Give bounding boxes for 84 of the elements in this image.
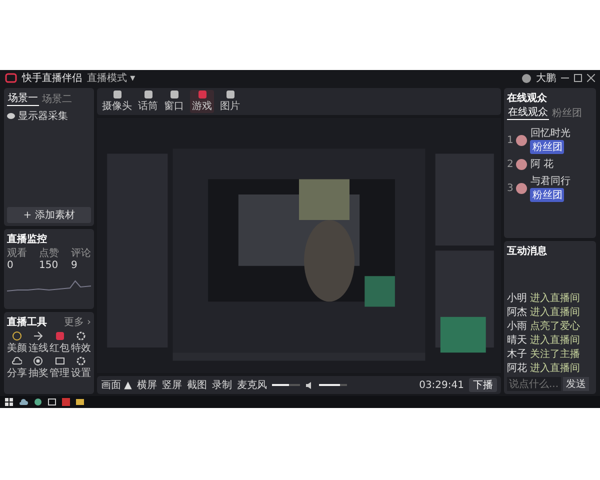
logo-icon bbox=[5, 73, 17, 83]
tool-button[interactable]: 美颜 bbox=[7, 331, 28, 355]
stat-value: 150 bbox=[39, 260, 59, 271]
panel-title: 直播工具 bbox=[7, 316, 47, 329]
tool-button[interactable]: 特效 bbox=[70, 331, 91, 355]
tool-button[interactable]: 抽奖 bbox=[28, 356, 48, 380]
tool-button[interactable]: 分享 bbox=[7, 356, 28, 380]
chat-message: 阿杰 进入直播间 bbox=[507, 306, 582, 319]
chat-message: 小明 进入直播间 bbox=[507, 292, 582, 305]
chat-message: 阿花 进入直播间 bbox=[507, 362, 582, 375]
viewer-tab[interactable]: 粉丝团 bbox=[551, 105, 583, 120]
user-name[interactable]: 大鹏 bbox=[536, 71, 556, 85]
source-icon bbox=[112, 90, 122, 99]
viewer-name[interactable]: 回忆时光 bbox=[530, 126, 570, 140]
eye-icon[interactable] bbox=[7, 113, 15, 119]
folder-icon[interactable] bbox=[76, 398, 84, 406]
source-icon bbox=[144, 90, 152, 99]
chat-message: 小雨 点亮了爱心 bbox=[507, 320, 582, 333]
control-button[interactable]: 录制 bbox=[212, 378, 232, 392]
toolbar-button[interactable]: 窗口 bbox=[164, 90, 184, 113]
stat-value: 9 bbox=[71, 260, 78, 271]
chat-input[interactable]: 说点什么... bbox=[507, 377, 561, 391]
speaker-icon bbox=[304, 380, 314, 390]
cloud-icon[interactable] bbox=[19, 398, 28, 406]
gear-icon bbox=[76, 331, 86, 341]
viewer-name[interactable]: 阿 花 bbox=[530, 157, 554, 171]
more-link[interactable]: 更多 › bbox=[64, 315, 91, 329]
tool-button[interactable]: 红包 bbox=[50, 331, 70, 355]
avatar-icon bbox=[516, 158, 528, 170]
source-item[interactable]: 显示器采集 bbox=[18, 109, 68, 123]
rank-number: 1 bbox=[507, 134, 514, 146]
mic-label: 麦克风 bbox=[236, 378, 267, 392]
stat-label: 点赞 bbox=[39, 246, 59, 260]
stat-value: 0 bbox=[7, 260, 14, 271]
toolbar-button[interactable]: 游戏 bbox=[190, 90, 214, 113]
toolbar-button[interactable]: 摄像头 bbox=[102, 90, 132, 113]
screen-icon bbox=[54, 356, 65, 366]
maximize-icon[interactable] bbox=[574, 74, 582, 82]
control-button[interactable]: 竖屏 bbox=[162, 378, 182, 392]
rank-number: 2 bbox=[507, 158, 514, 170]
gift-icon bbox=[54, 331, 65, 341]
avatar-icon bbox=[516, 182, 528, 194]
target-icon bbox=[33, 356, 44, 366]
scene-dropdown[interactable]: 画面 ▲ bbox=[101, 378, 132, 392]
tool-button[interactable]: 连线 bbox=[28, 331, 48, 355]
app-title: 快手直播伴侣 bbox=[22, 72, 82, 85]
tool-button[interactable]: 管理 bbox=[50, 356, 70, 380]
stat-label: 观看 bbox=[7, 246, 27, 260]
panel-title: 直播监控 bbox=[7, 232, 48, 246]
window-icon[interactable] bbox=[48, 398, 56, 406]
windows-icon[interactable] bbox=[5, 398, 13, 406]
mode-dropdown[interactable]: 直播模式 ▾ bbox=[87, 71, 136, 85]
gear-icon bbox=[76, 356, 86, 366]
chat-message: 晴天 进入直播间 bbox=[507, 334, 582, 347]
send-button[interactable]: 发送 bbox=[563, 377, 589, 391]
panel-title: 在线观众 bbox=[507, 92, 548, 105]
app-icon[interactable] bbox=[34, 398, 42, 406]
close-icon[interactable] bbox=[587, 74, 595, 82]
live-timer: 03:29:41 bbox=[419, 380, 464, 390]
stat-label: 评论 bbox=[71, 247, 91, 260]
cloud-icon bbox=[12, 356, 22, 366]
control-button[interactable]: 横屏 bbox=[136, 378, 157, 392]
end-live-button[interactable]: 下播 bbox=[469, 378, 497, 392]
add-source-button[interactable]: + 添加素材 bbox=[7, 207, 91, 223]
fan-badge: 粉丝团 bbox=[530, 140, 564, 154]
face-icon bbox=[12, 331, 22, 341]
fan-badge: 粉丝团 bbox=[530, 188, 564, 202]
source-icon bbox=[170, 90, 178, 99]
source-icon bbox=[226, 90, 234, 99]
avatar-icon bbox=[516, 134, 528, 146]
viewer-name[interactable]: 与君同行 bbox=[530, 174, 570, 188]
scene-tab[interactable]: 场景一 bbox=[7, 91, 39, 106]
tool-button[interactable]: 设置 bbox=[70, 356, 91, 380]
control-button[interactable]: 截图 bbox=[186, 378, 207, 392]
avatar-icon bbox=[522, 74, 531, 82]
panel-title: 互动消息 bbox=[507, 244, 548, 258]
toolbar-button[interactable]: 话筒 bbox=[138, 90, 158, 113]
toolbar-button[interactable]: 图片 bbox=[220, 90, 240, 113]
scene-tab[interactable]: 场景二 bbox=[41, 91, 73, 106]
viewer-tab[interactable]: 在线观众 bbox=[507, 105, 549, 120]
link-icon bbox=[33, 331, 44, 341]
source-icon bbox=[198, 90, 206, 99]
chat-message: 木子 关注了主播 bbox=[507, 348, 582, 361]
rank-number: 3 bbox=[507, 182, 514, 194]
